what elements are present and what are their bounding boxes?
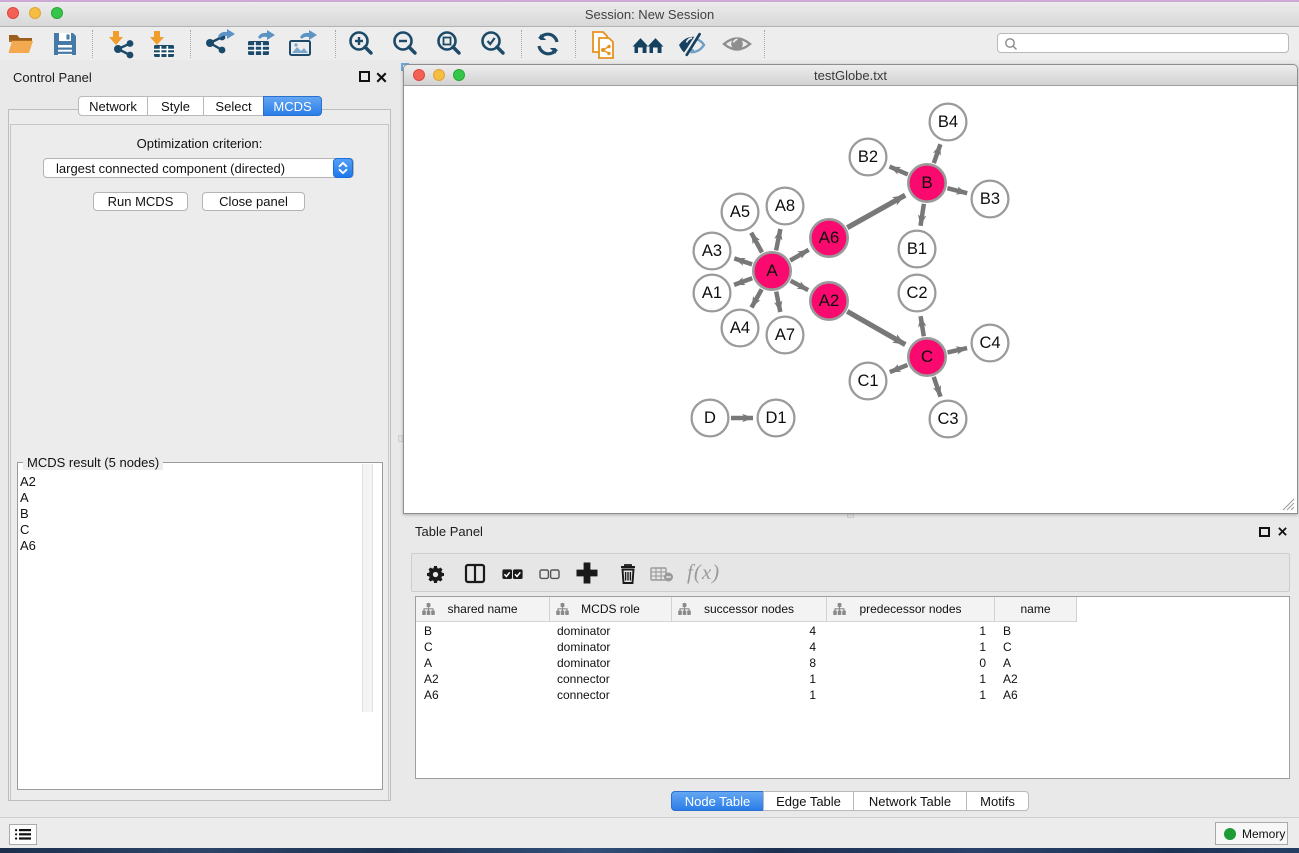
- svg-text:A8: A8: [775, 197, 795, 215]
- svg-text:B4: B4: [938, 113, 958, 131]
- svg-text:A3: A3: [702, 242, 722, 260]
- svg-text:B3: B3: [980, 190, 1000, 208]
- svg-text:C3: C3: [937, 410, 958, 428]
- svg-text:A2: A2: [819, 291, 840, 310]
- svg-text:C1: C1: [857, 372, 878, 390]
- svg-text:A1: A1: [702, 284, 722, 302]
- svg-text:A5: A5: [730, 203, 750, 221]
- svg-text:C4: C4: [979, 334, 1000, 352]
- svg-text:C: C: [921, 347, 933, 366]
- svg-text:D1: D1: [765, 409, 786, 427]
- svg-text:B1: B1: [907, 240, 927, 258]
- svg-text:A: A: [766, 261, 778, 280]
- svg-text:D: D: [704, 409, 716, 427]
- svg-text:B: B: [921, 173, 932, 192]
- svg-text:A4: A4: [730, 319, 750, 337]
- svg-text:A6: A6: [819, 228, 840, 247]
- svg-text:A7: A7: [775, 326, 795, 344]
- svg-text:C2: C2: [906, 284, 927, 302]
- svg-text:B2: B2: [858, 148, 878, 166]
